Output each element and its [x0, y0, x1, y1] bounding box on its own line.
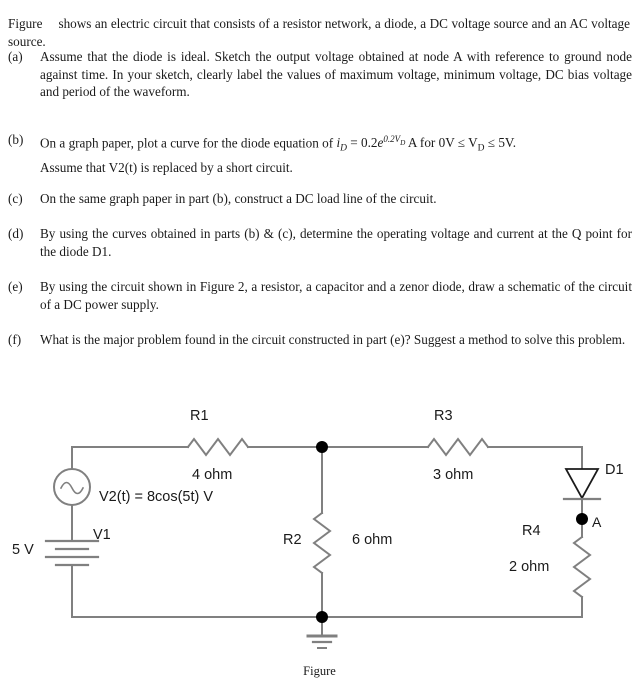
label-r1-value: 4 ohm [192, 467, 233, 483]
eqn-equals: = 0.2 [347, 135, 378, 151]
question-item-e: (e) By using the circuit shown in Figure… [8, 278, 632, 313]
label-r2-value: 6 ohm [352, 532, 393, 548]
question-text-c: On the same graph paper in part (b), con… [40, 191, 437, 206]
junction-node-a [576, 513, 588, 525]
question-text-e: By using the circuit shown in Figure 2, … [40, 279, 632, 312]
label-r3-name: R3 [434, 408, 453, 424]
label-r1-name: R1 [190, 408, 209, 424]
intro-body: shows an electric circuit that consists … [8, 16, 630, 49]
question-b-line2: Assume that V2(t) is replaced by a short… [40, 159, 293, 175]
junction-node-top-center [316, 441, 328, 453]
question-item-c: (c) On the same graph paper in part (b),… [8, 190, 632, 208]
question-item-f: (f) What is the major problem found in t… [8, 331, 632, 349]
question-text-f: What is the major problem found in the c… [40, 332, 626, 347]
ac-source-sine-wave [59, 481, 85, 495]
label-v1-value: 5 V [12, 542, 34, 558]
resistor-r1-body [186, 437, 250, 457]
question-item-d: (d) By using the curves obtained in part… [8, 225, 632, 260]
question-text-b: On a graph paper, plot a curve for the d… [40, 131, 632, 176]
label-r2-name: R2 [283, 532, 302, 548]
question-label-e: (e) [8, 279, 23, 294]
diode-equation: iD = 0.2e0.2VD A for 0V ≤ VD ≤ 5V. [336, 134, 517, 154]
label-r3-value: 3 ohm [433, 467, 474, 483]
intro-figure-word: Figure [8, 16, 43, 32]
eqn-tail-2: ≤ 5V. [484, 135, 517, 151]
question-label-a: (a) [8, 49, 23, 64]
question-text-a: Assume that the diode is ideal. Sketch t… [40, 49, 632, 100]
question-label-d: (d) [8, 226, 24, 241]
question-b-lead: On a graph paper, plot a curve for the d… [40, 135, 337, 151]
label-r4-name: R4 [522, 523, 541, 539]
resistor-r3-body [426, 437, 490, 457]
resistor-r4-body [572, 535, 592, 599]
figure-caption: Figure [303, 664, 336, 678]
question-label-c: (c) [8, 191, 23, 206]
eqn-tail-1: A for 0V ≤ V [405, 135, 478, 151]
label-diode-d1: D1 [605, 462, 624, 478]
label-node-a: A [592, 514, 602, 530]
intro-paragraph: Figure shows an electric circuit that con… [8, 15, 630, 50]
label-r4-value: 2 ohm [509, 559, 550, 575]
eqn-exponent: 0.2VD [383, 134, 405, 147]
label-v2-expression: V2(t) = 8cos(5t) V [99, 489, 214, 505]
question-label-b: (b) [8, 132, 24, 147]
question-label-f: (f) [8, 332, 22, 347]
diode-d1-triangle [564, 468, 600, 500]
label-v1-name: V1 [93, 527, 111, 543]
resistor-r2-body [312, 511, 332, 575]
question-item-b: (b) On a graph paper, plot a curve for t… [8, 131, 632, 176]
junction-node-bottom-center [316, 611, 328, 623]
circuit-diagram: R1 4 ohm R3 3 ohm R2 6 ohm R4 2 ohm D1 A… [0, 380, 639, 692]
eqn-current-subscript: D [340, 144, 347, 155]
circuit-schematic-svg [44, 437, 602, 649]
eqn-exponent-main: 0.2V [383, 134, 401, 144]
question-text-d: By using the curves obtained in parts (b… [40, 226, 632, 259]
question-item-a: (a) Assume that the diode is ideal. Sket… [8, 48, 632, 101]
